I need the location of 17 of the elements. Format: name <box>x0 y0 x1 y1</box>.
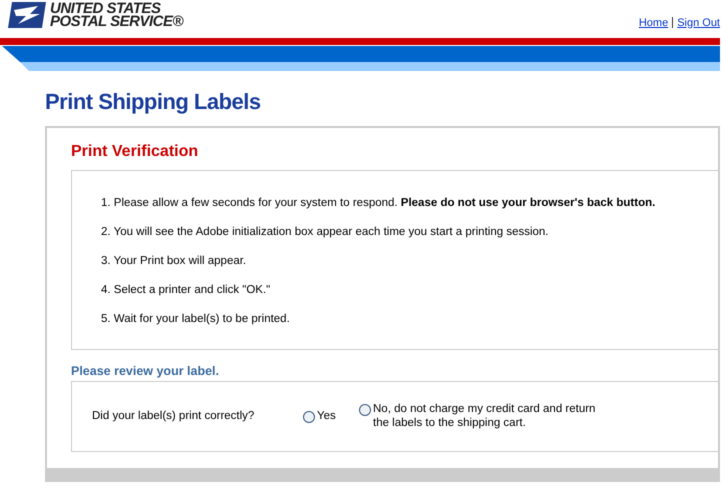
instruction-step: 1. Please allow a few seconds for your system to respond. Please do not use your browser's back button. <box>101 196 718 211</box>
question-text: Did your label(s) print correctly? <box>92 408 256 424</box>
logo-text: UNITED STATES <box>50 2 161 15</box>
instruction-step: 5. Wait for your label(s) to be printed. <box>101 312 718 327</box>
radio-option[interactable]: No, do not charge my credit card and return the labels to the shipping cart. <box>359 402 609 430</box>
radio-option[interactable]: Yes <box>303 409 359 424</box>
instruction-step: 4. Select a printer and click "OK." <box>101 283 718 298</box>
logo-text: POSTAL SERVICE® <box>50 15 184 28</box>
instruction-step: 2. You will see the Adobe initialization box appear each time you start a printing session. <box>101 225 718 240</box>
radio-button[interactable] <box>303 411 315 424</box>
radio-button[interactable] <box>359 404 371 416</box>
page-title: Print Shipping Labels <box>45 88 262 116</box>
section-heading: Print Verification <box>71 142 200 162</box>
nav-link[interactable]: Home <box>638 14 668 31</box>
nav-link[interactable]: Sign Out <box>677 14 720 31</box>
section-heading: Please review your label. <box>71 363 220 380</box>
instruction-step: 3. Your Print box will appear. <box>101 254 718 269</box>
